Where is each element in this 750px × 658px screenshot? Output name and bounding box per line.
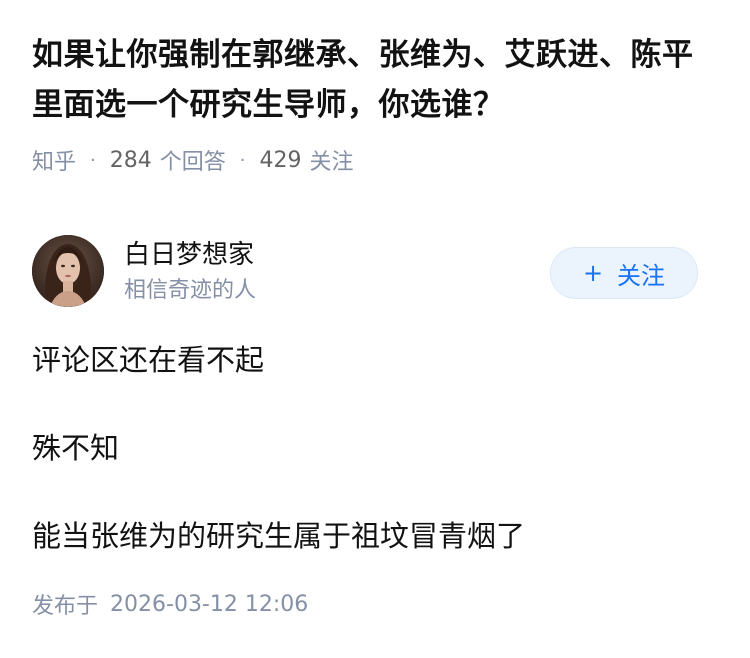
- answer-count-label: 个回答: [159, 150, 226, 175]
- answer-paragraph: 能当张维为的研究生属于祖坟冒青烟了: [32, 519, 526, 553]
- follower-count: 429: [259, 147, 302, 173]
- answer-paragraph: 评论区还在看不起: [32, 343, 265, 377]
- author-bio: 相信奇迹的人: [124, 278, 257, 303]
- question-title[interactable]: 如果让你强制在郭继承、张维为、艾跃进、陈平里面选一个研究生导师，你选谁？: [32, 30, 722, 130]
- answer-content: 评论区还在看不起 殊不知 能当张维为的研究生属于祖坟冒青烟了: [32, 338, 722, 602]
- source-label: 知乎: [32, 150, 77, 175]
- publish-label: 发布于: [32, 594, 99, 619]
- follow-button-label: 关注: [617, 261, 666, 290]
- answer-paragraph: 殊不知: [32, 431, 120, 465]
- answer-count: 284: [109, 147, 152, 173]
- follower-count-label: 关注: [309, 150, 354, 175]
- plus-icon: +: [582, 259, 604, 287]
- avatar[interactable]: [32, 235, 104, 307]
- avatar-image: [32, 235, 104, 307]
- publish-info: 发布于 2026-03-12 12:06: [32, 588, 308, 620]
- question-meta: 知乎 · 284 个回答 · 429 关注: [32, 142, 354, 178]
- separator-dot: ·: [90, 149, 96, 171]
- separator-dot: ·: [239, 149, 246, 171]
- author-name[interactable]: 白日梦想家: [124, 237, 254, 273]
- publish-datetime: 2026-03-12 12:06: [110, 591, 309, 617]
- author-info: 白日梦想家 相信奇迹的人 + 关注: [32, 235, 718, 311]
- follow-button[interactable]: + 关注: [550, 247, 698, 299]
